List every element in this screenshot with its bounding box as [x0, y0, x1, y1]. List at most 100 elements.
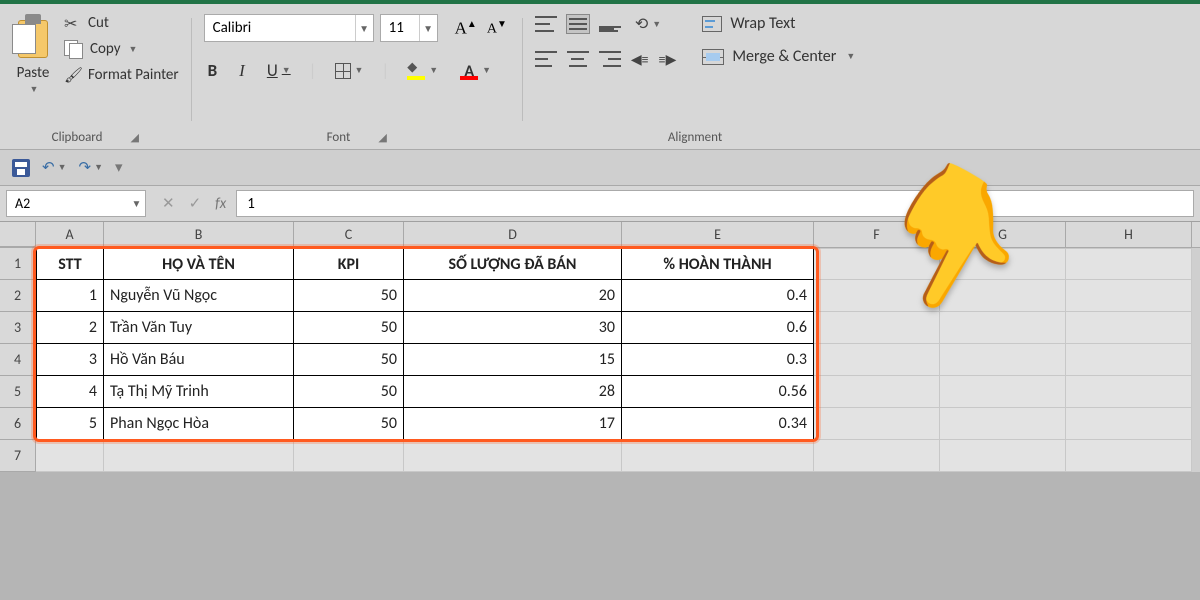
cell[interactable]: 50 [294, 376, 404, 408]
cell[interactable] [1066, 280, 1192, 312]
font-size-combo[interactable]: ▼ [380, 14, 438, 42]
insert-function-button[interactable]: fx [215, 195, 226, 213]
cell[interactable] [940, 312, 1066, 344]
cell[interactable] [940, 248, 1066, 280]
col-header[interactable]: C [294, 222, 404, 247]
cell[interactable]: 50 [294, 312, 404, 344]
cell[interactable]: Tạ Thị Mỹ Trinh [104, 376, 294, 408]
cell[interactable] [404, 440, 622, 472]
cell[interactable]: 0.6 [622, 312, 814, 344]
customize-qat-button[interactable]: ▾ [115, 158, 123, 177]
font-name-input[interactable] [205, 15, 355, 41]
cell[interactable] [1066, 408, 1192, 440]
cell[interactable]: 3 [36, 344, 104, 376]
col-header[interactable]: G [940, 222, 1066, 247]
align-bottom-button[interactable] [599, 15, 621, 33]
align-center-button[interactable] [567, 50, 589, 68]
bold-button[interactable]: B [204, 60, 222, 81]
increase-font-button[interactable]: A▲ [452, 17, 480, 39]
cell[interactable] [814, 344, 940, 376]
align-middle-button[interactable] [567, 15, 589, 33]
font-name-combo[interactable]: ▼ [204, 14, 374, 42]
cell[interactable]: 15 [404, 344, 622, 376]
chevron-down-icon[interactable]: ▼ [846, 51, 855, 62]
decrease-indent-button[interactable]: ◀≡ [631, 51, 649, 68]
cell[interactable]: 0.4 [622, 280, 814, 312]
cell[interactable] [940, 408, 1066, 440]
copy-button[interactable]: Copy ▼ [64, 40, 179, 58]
cell[interactable]: 50 [294, 344, 404, 376]
col-header[interactable]: D [404, 222, 622, 247]
cell[interactable]: HỌ VÀ TÊN [104, 248, 294, 280]
orientation-button[interactable]: ▼ [631, 14, 665, 34]
cell[interactable]: 0.34 [622, 408, 814, 440]
align-right-button[interactable] [599, 50, 621, 68]
cell[interactable] [940, 344, 1066, 376]
cut-button[interactable]: Cut [64, 14, 179, 32]
cell[interactable] [622, 440, 814, 472]
cell[interactable] [1066, 376, 1192, 408]
chevron-down-icon[interactable]: ▼ [419, 15, 437, 41]
cell[interactable] [1066, 248, 1192, 280]
row-header[interactable]: 2 [0, 280, 36, 312]
select-all-corner[interactable] [0, 222, 36, 247]
italic-button[interactable]: I [235, 61, 249, 81]
underline-button[interactable]: U▼ [263, 60, 295, 81]
decrease-font-button[interactable]: A▼ [484, 17, 510, 39]
cell[interactable]: 50 [294, 408, 404, 440]
cell[interactable] [814, 248, 940, 280]
col-header[interactable]: E [622, 222, 814, 247]
cell[interactable]: STT [36, 248, 104, 280]
font-size-input[interactable] [381, 15, 419, 41]
cell[interactable]: Nguyễn Vũ Ngọc [104, 280, 294, 312]
cell[interactable]: 5 [36, 408, 104, 440]
dialog-launcher-icon[interactable]: ◢ [130, 131, 138, 144]
name-box-input[interactable] [7, 195, 128, 212]
cell[interactable] [814, 408, 940, 440]
row-header[interactable]: 1 [0, 248, 36, 280]
format-painter-button[interactable]: Format Painter [64, 66, 179, 84]
dialog-launcher-icon[interactable]: ◢ [378, 131, 386, 144]
col-header[interactable]: H [1066, 222, 1192, 247]
merge-center-button[interactable]: Merge & Center ▼ [702, 47, 855, 66]
cell[interactable]: % HOÀN THÀNH [622, 248, 814, 280]
increase-indent-button[interactable]: ≡▶ [659, 51, 677, 68]
col-header[interactable]: A [36, 222, 104, 247]
cell[interactable] [1066, 440, 1192, 472]
cell[interactable]: 4 [36, 376, 104, 408]
col-header[interactable]: F [814, 222, 940, 247]
row-header[interactable]: 7 [0, 440, 36, 472]
undo-button[interactable]: ↶▼ [42, 158, 67, 177]
row-header[interactable]: 6 [0, 408, 36, 440]
cell[interactable]: Phan Ngọc Hòa [104, 408, 294, 440]
cell[interactable] [294, 440, 404, 472]
redo-button[interactable]: ↷▼ [79, 158, 104, 177]
cell[interactable]: 28 [404, 376, 622, 408]
cell[interactable]: 2 [36, 312, 104, 344]
cell[interactable] [1066, 312, 1192, 344]
cell[interactable]: 50 [294, 280, 404, 312]
cell[interactable]: Hồ Văn Báu [104, 344, 294, 376]
row-header[interactable]: 4 [0, 344, 36, 376]
cell[interactable]: 20 [404, 280, 622, 312]
row-header[interactable]: 3 [0, 312, 36, 344]
formula-input[interactable]: 1 [236, 190, 1194, 217]
cell[interactable]: 1 [36, 280, 104, 312]
chevron-down-icon[interactable]: ▼ [128, 197, 145, 210]
align-left-button[interactable] [535, 50, 557, 68]
cell[interactable]: Trần Văn Tuy [104, 312, 294, 344]
cell[interactable] [814, 312, 940, 344]
cell[interactable]: 0.56 [622, 376, 814, 408]
cell[interactable] [940, 376, 1066, 408]
cell[interactable]: SỐ LƯỢNG ĐÃ BÁN [404, 248, 622, 280]
paste-button[interactable]: Paste ▼ [12, 14, 54, 95]
align-top-button[interactable] [535, 15, 557, 33]
cell[interactable] [814, 376, 940, 408]
cell[interactable]: KPI [294, 248, 404, 280]
cancel-formula-button[interactable]: ✕ [162, 194, 175, 213]
cell[interactable] [814, 440, 940, 472]
name-box[interactable]: ▼ [6, 190, 146, 217]
row-header[interactable]: 5 [0, 376, 36, 408]
cell[interactable]: 17 [404, 408, 622, 440]
border-button[interactable]: ▼ [331, 63, 368, 79]
